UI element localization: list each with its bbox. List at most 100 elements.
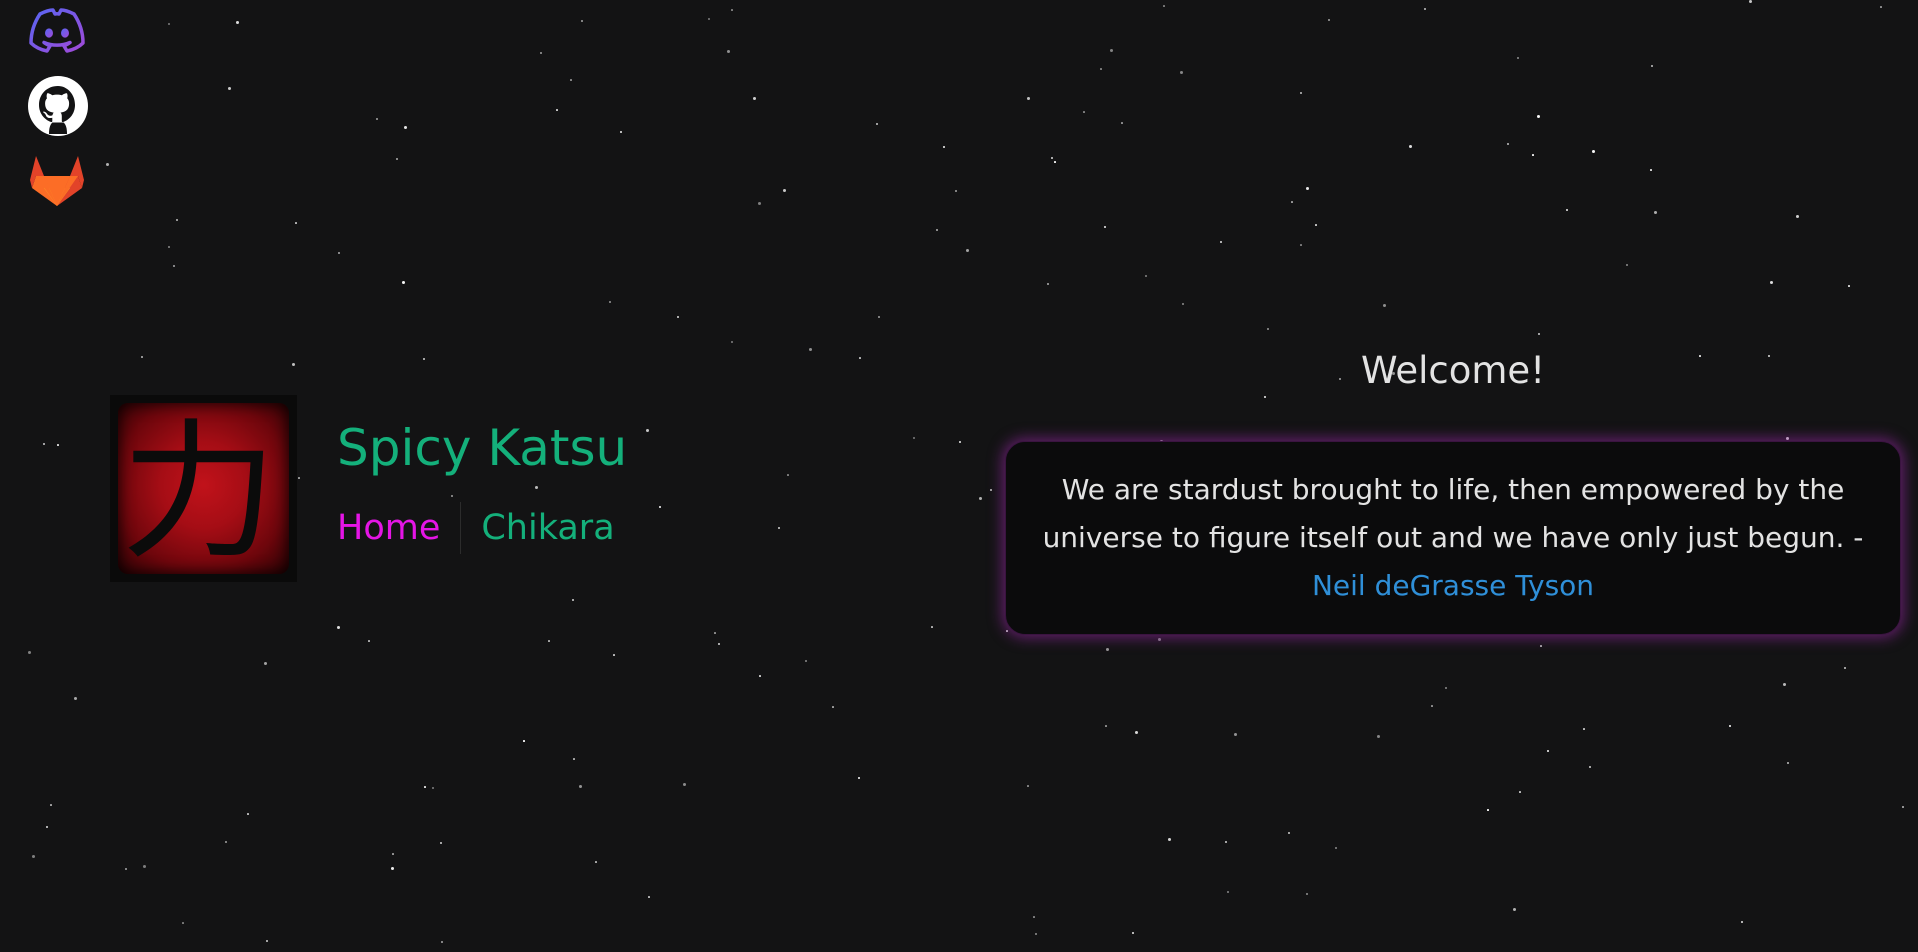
star	[1532, 154, 1534, 156]
star	[683, 783, 686, 786]
star	[1786, 437, 1789, 440]
star	[648, 896, 650, 898]
star	[441, 941, 443, 943]
star	[573, 758, 575, 760]
star	[556, 109, 558, 111]
github-icon	[28, 76, 88, 136]
star	[46, 826, 48, 828]
star	[1145, 275, 1147, 277]
star	[1291, 201, 1293, 203]
star	[1547, 750, 1549, 752]
star	[778, 527, 780, 529]
quote: We are stardust brought to life, then em…	[1036, 466, 1870, 610]
star	[292, 363, 295, 366]
star	[1592, 150, 1595, 153]
star	[1654, 211, 1657, 214]
star	[247, 813, 249, 815]
quote-author-link[interactable]: Neil deGrasse Tyson	[1312, 569, 1594, 602]
star	[943, 146, 945, 148]
star	[758, 202, 761, 205]
star	[731, 9, 733, 11]
star	[298, 477, 300, 479]
discord-link[interactable]	[28, 8, 86, 54]
star	[931, 626, 933, 628]
star	[1729, 725, 1731, 727]
star	[168, 23, 170, 25]
star	[1513, 908, 1516, 911]
quote-card: We are stardust brought to life, then em…	[1005, 441, 1901, 635]
star	[1377, 735, 1380, 738]
star	[878, 316, 880, 318]
star	[1796, 215, 1799, 218]
star	[1409, 145, 1412, 148]
star	[759, 675, 761, 677]
star	[805, 660, 807, 662]
star	[1033, 916, 1035, 918]
star	[1741, 921, 1743, 923]
main-nav: Home Chikara	[337, 500, 615, 556]
github-link[interactable]	[28, 76, 88, 136]
star	[858, 777, 860, 779]
star	[572, 599, 574, 601]
welcome-heading: Welcome!	[1360, 349, 1546, 392]
discord-icon	[29, 8, 85, 53]
star	[1902, 806, 1904, 808]
star	[424, 786, 426, 788]
star	[1135, 731, 1138, 734]
star	[176, 219, 178, 221]
star	[266, 940, 268, 942]
star	[540, 52, 542, 54]
star	[1848, 285, 1850, 287]
star	[1487, 809, 1489, 811]
star	[579, 785, 582, 788]
star	[1106, 648, 1109, 651]
star	[1844, 667, 1846, 669]
star	[731, 341, 733, 343]
star	[182, 922, 184, 924]
star	[832, 706, 834, 708]
star	[32, 855, 35, 858]
star	[548, 640, 550, 642]
gitlab-icon	[30, 156, 84, 206]
star	[368, 640, 370, 642]
star	[1538, 333, 1540, 335]
star	[714, 632, 716, 634]
star	[609, 301, 611, 303]
star	[1047, 283, 1049, 285]
star	[173, 265, 175, 267]
star	[451, 495, 453, 497]
gitlab-link[interactable]	[28, 152, 86, 210]
star	[783, 189, 786, 192]
star	[1168, 838, 1171, 841]
star	[613, 654, 615, 656]
star	[1783, 683, 1786, 686]
star	[1626, 264, 1628, 266]
star	[1182, 303, 1184, 305]
nav-link-home[interactable]: Home	[337, 508, 460, 548]
nav-link-chikara[interactable]: Chikara	[461, 508, 614, 548]
star	[228, 87, 231, 90]
star	[295, 222, 297, 224]
star	[1006, 630, 1008, 632]
star	[787, 474, 789, 476]
star	[913, 437, 915, 439]
quote-text: We are stardust brought to life, then em…	[1042, 473, 1864, 554]
star	[966, 249, 969, 252]
star	[1264, 396, 1266, 398]
star	[440, 842, 442, 844]
star	[581, 20, 583, 22]
star	[141, 356, 143, 358]
star	[708, 18, 710, 20]
star	[338, 252, 340, 254]
star	[1880, 6, 1882, 8]
star	[1163, 5, 1165, 7]
star	[677, 316, 679, 318]
star	[1100, 68, 1102, 70]
star	[1027, 97, 1030, 100]
star	[236, 21, 239, 24]
star	[1315, 224, 1317, 226]
star	[646, 429, 649, 432]
star	[423, 358, 425, 360]
star	[1306, 893, 1308, 895]
site-title: Spicy Katsu	[337, 419, 628, 477]
